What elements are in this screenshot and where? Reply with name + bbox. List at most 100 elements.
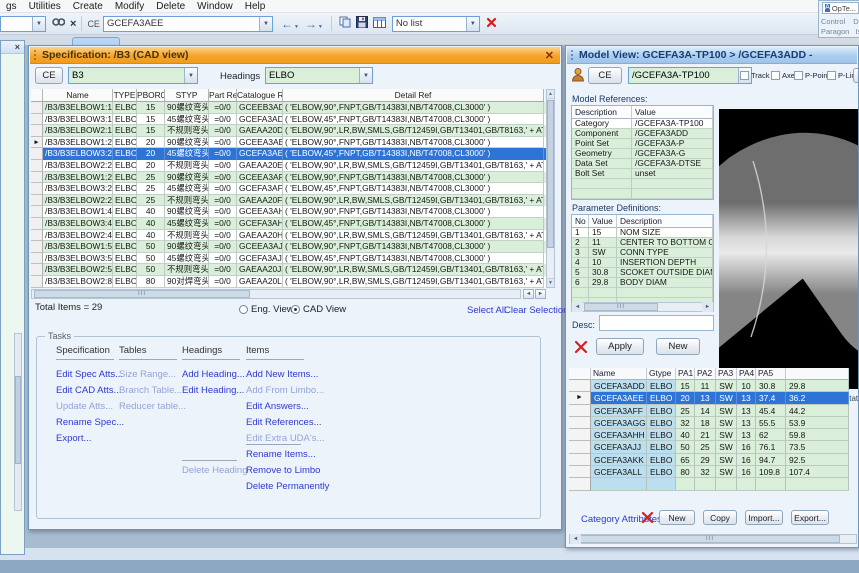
cell[interactable]: ELBO [647,380,676,392]
close-icon[interactable]: × [15,42,20,52]
header-cell[interactable]: Value [632,106,713,119]
cell[interactable]: 45螺纹弯头 [165,114,209,126]
cell[interactable]: /GCEFA3A-DTSE [632,159,713,169]
cell[interactable]: 59.8 [786,429,849,441]
cell[interactable]: ( 'ELBOW,90°,FNPT,GB/T14383I,NB/T47008,C… [283,102,544,114]
cell[interactable]: ELBO [113,218,137,230]
cell[interactable]: SW [716,429,737,441]
list-combo[interactable]: No list ▼ [392,16,480,32]
task-link[interactable]: Remove to Limbo [246,465,320,476]
table-row[interactable] [572,179,713,189]
chevron-down-icon[interactable]: ▼ [32,17,45,31]
cell[interactable]: ELBO [647,441,676,453]
cell[interactable]: =0/0 [209,218,237,230]
cell[interactable]: ELBO [647,405,676,417]
cell[interactable]: 45螺纹弯头 [165,218,209,230]
table-row[interactable]: /B3/B3ELBOW2:20ELBO20不规则弯头=0/0GAEAA20EE(… [31,160,546,172]
header-cell[interactable]: Gtype [647,368,676,380]
scrollbar-thumb[interactable]: III [580,535,840,543]
cell[interactable]: =0/0 [209,137,237,149]
cell[interactable]: 45.4 [756,405,786,417]
cell[interactable]: 32 [676,417,695,429]
close-icon[interactable]: ✕ [545,49,554,62]
table-row[interactable]: ►/B3/B3ELBOW1:20ELBO2090螺纹弯头=0/0GCEEA3AE… [31,137,546,149]
cell[interactable]: ELBO [113,137,137,149]
cell[interactable]: Component [572,129,632,139]
task-link[interactable]: Edit Heading... [182,385,244,396]
cell[interactable]: GAEAA20LL [237,276,283,288]
cell[interactable]: GAEAA20FF [237,195,283,207]
cell[interactable]: SW [716,417,737,429]
cell[interactable]: 80 [137,276,165,288]
cell[interactable]: ( 'ELBOW,45°,FNPT,GB/T14383I,NB/T47008,C… [283,114,544,126]
cell[interactable]: =0/0 [209,195,237,207]
cell[interactable]: 30.8 [589,268,617,278]
cell[interactable]: /B3/B3ELBOW2:40 [43,230,113,242]
cell[interactable]: /GCEFA3A-G [632,149,713,159]
cell[interactable]: ELBO [113,114,137,126]
header-cell[interactable]: PA4 [737,368,756,380]
cell[interactable]: ELBO [647,392,676,404]
cell[interactable]: 6 [572,278,589,288]
checkbox-icon[interactable] [794,71,803,80]
table-row[interactable]: Geometry/GCEFA3A-G [572,149,713,159]
cell[interactable]: GCEEB3ADD [237,102,283,114]
cell[interactable]: 11 [695,380,716,392]
table-row[interactable]: /B3/B3ELBOW3:15ELBO1545螺纹弯头=0/0GCEFA3ADD… [31,114,546,126]
cell[interactable]: 15 [137,102,165,114]
table-row[interactable]: /B3/B3ELBOW3:25ELBO2545螺纹弯头=0/0GCEFA3AFF… [31,183,546,195]
cell[interactable]: 45螺纹弯头 [165,183,209,195]
cell[interactable]: =0/0 [209,102,237,114]
table-row[interactable]: GCEFA3ALLELBO8032SW16109.8107.4 [569,466,849,478]
cell[interactable]: INSERTION DEPTH [617,258,713,268]
cell[interactable] [756,478,786,490]
table-row[interactable]: GCEFA3AFFELBO2514SW1345.444.2 [569,405,849,417]
task-link[interactable]: Update Atts... [56,401,113,412]
3d-viewport[interactable] [719,109,859,389]
cell[interactable]: ELBO [647,417,676,429]
scroll-right-icon[interactable]: ► [702,302,713,312]
cell[interactable] [786,478,849,490]
cell[interactable]: 45螺纹弯头 [165,148,209,160]
cell[interactable]: /B3/B3ELBOW3:25 [43,183,113,195]
cell[interactable] [617,288,713,298]
reset-button[interactable]: Re [853,68,859,83]
cell[interactable]: ELBO [647,466,676,478]
cell[interactable]: =0/0 [209,206,237,218]
scroll-down-icon[interactable]: ▼ [547,278,554,287]
back-history-caret-icon[interactable]: ▼ [294,24,299,30]
cell[interactable]: 30.8 [756,380,786,392]
cell[interactable]: /GCEFA3A-P [632,139,713,149]
cell[interactable]: ELBO [113,172,137,184]
table-row[interactable]: Point Set/GCEFA3A-P [572,139,713,149]
spec-window-titlebar[interactable]: Specification: /B3 (CAD view) ✕ [30,47,560,64]
cell[interactable]: SW [716,466,737,478]
cell[interactable]: ELBO [113,160,137,172]
save-icon[interactable] [356,16,368,31]
new-button[interactable]: New [656,338,700,355]
cell[interactable]: GCEEA3AJJ [237,241,283,253]
table-row[interactable]: GCEFA3AJJELBO5025SW1676.173.5 [569,441,849,453]
scroll-left-icon[interactable]: ◄ [570,534,581,544]
chevron-down-icon[interactable]: ▼ [259,17,272,31]
cell[interactable]: 107.4 [786,466,849,478]
cell[interactable]: =0/0 [209,276,237,288]
cell[interactable]: ELBO [113,241,137,253]
header-cell[interactable] [786,368,849,380]
cell[interactable]: /B3/B3ELBOW1:40 [43,206,113,218]
cell[interactable]: 90对焊弯头 [165,276,209,288]
items-hscrollbar[interactable]: III ◄ [569,534,857,544]
table-row[interactable] [572,288,713,298]
header-cell[interactable]: Description [617,215,713,228]
cell[interactable]: GCEFA3ALL [591,466,647,478]
cell[interactable]: /GCEFA3A-TP100 [632,119,713,129]
cell[interactable]: GCEEA3AFF [237,172,283,184]
table-row[interactable]: /B3/B3ELBOW3:50ELBO5045螺纹弯头=0/0GCEFA3AJJ… [31,253,546,265]
cell[interactable]: GCEFA3AEE [237,148,283,160]
cell[interactable]: 53.9 [786,417,849,429]
cell[interactable]: SW [716,405,737,417]
cell[interactable]: CONN TYPE [617,248,713,258]
menu-item[interactable]: Utilities [23,1,67,12]
cell[interactable]: 40 [676,429,695,441]
chevron-down-icon[interactable]: ▼ [466,17,479,31]
